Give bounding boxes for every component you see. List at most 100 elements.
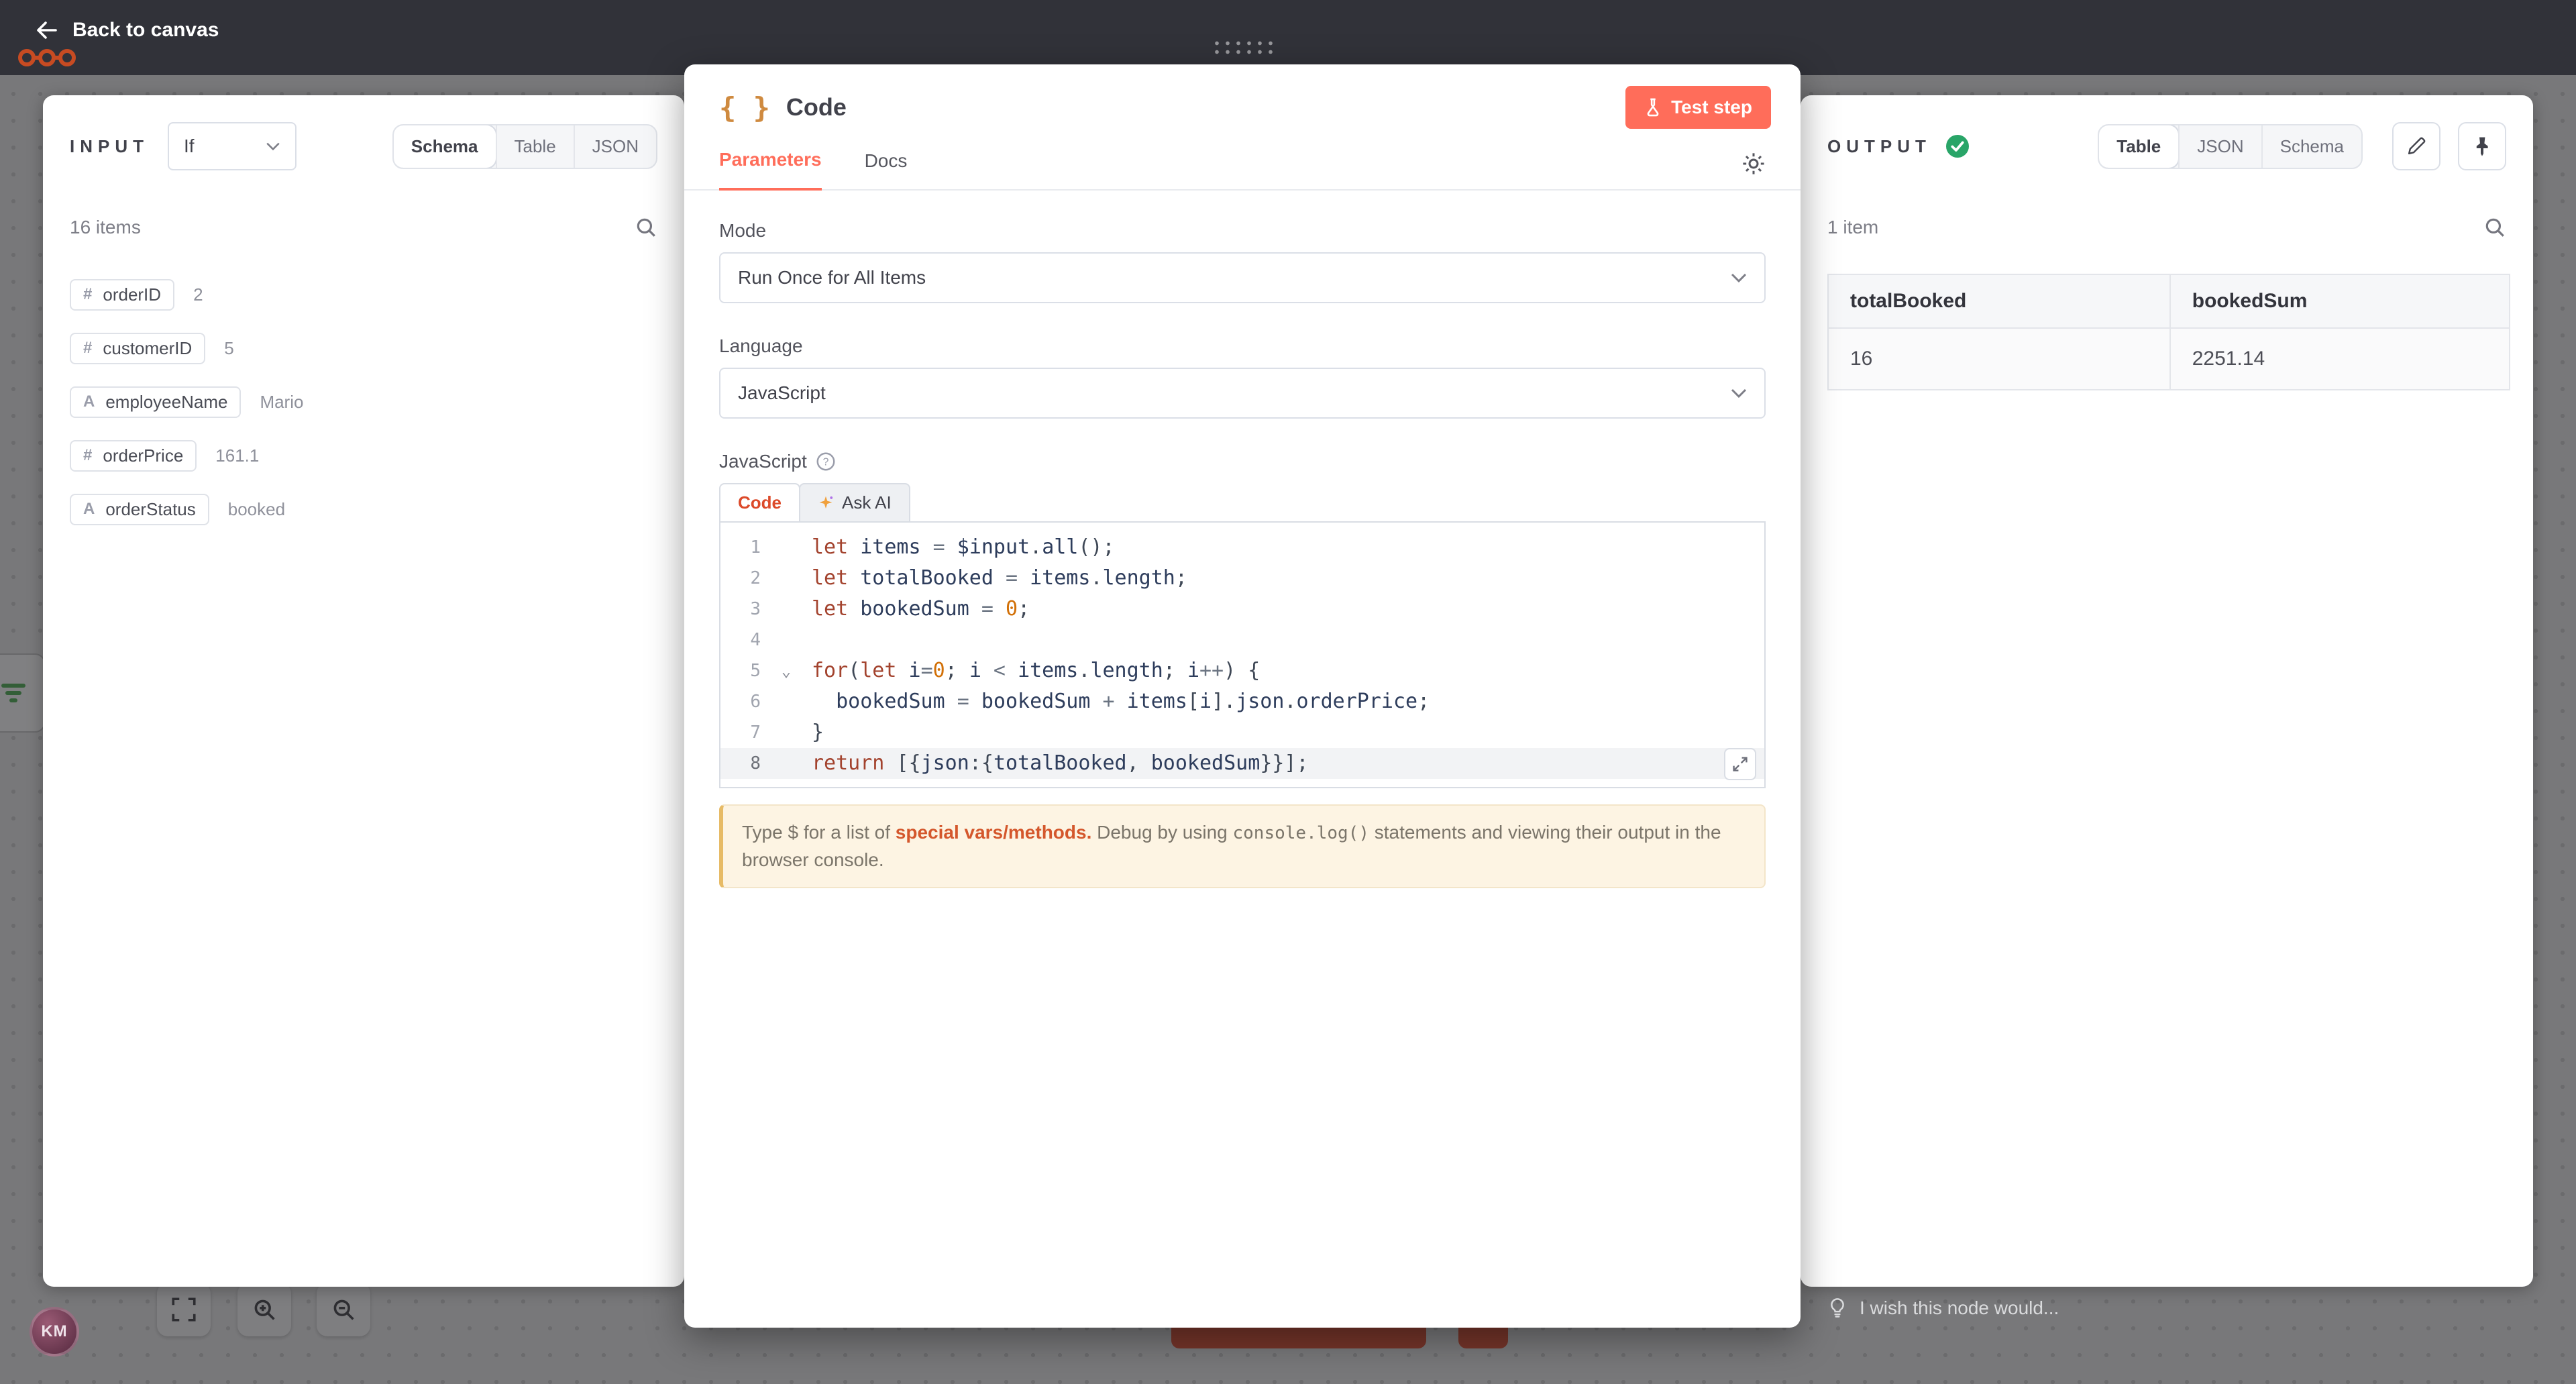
tab-parameters[interactable]: Parameters	[719, 149, 822, 191]
input-source-select[interactable]: If	[168, 122, 297, 170]
svg-text:?: ?	[822, 457, 828, 468]
hint-code: console.log()	[1233, 823, 1370, 843]
schema-row[interactable]: # orderID 2	[70, 276, 657, 313]
editor-label: JavaScript	[719, 451, 807, 472]
edit-output-button[interactable]	[2392, 122, 2440, 170]
code-line[interactable]: 1let items = $input.all();	[720, 532, 1764, 563]
field-value: 2	[193, 284, 203, 305]
language-select[interactable]: JavaScript	[719, 368, 1766, 419]
user-avatar[interactable]: KM	[30, 1307, 79, 1356]
field-value: 5	[224, 338, 233, 359]
pin-data-button[interactable]	[2458, 122, 2506, 170]
field-value: Mario	[260, 392, 303, 413]
column-header: bookedSum	[2170, 274, 2510, 328]
code-node-modal: { } Code Test step Parameters Docs	[684, 64, 1801, 1328]
editor-hint: Type $ for a list of special vars/method…	[719, 804, 1766, 888]
field-name: orderID	[103, 284, 161, 305]
output-view-tabs: TableJSONSchema	[2098, 124, 2363, 169]
input-items-row: 16 items	[43, 216, 684, 239]
editor-label-row: JavaScript ?	[719, 451, 1766, 472]
editor-expand-icon[interactable]	[1724, 748, 1756, 780]
tab-schema[interactable]: Schema	[394, 125, 496, 168]
node-settings-gear-icon[interactable]	[1741, 152, 1766, 189]
test-step-label: Test step	[1671, 97, 1752, 118]
code-line[interactable]: 7}	[720, 717, 1764, 748]
input-header: INPUT If SchemaTableJSON	[43, 95, 684, 170]
language-value: JavaScript	[738, 382, 826, 404]
schema-row[interactable]: AorderStatus booked	[70, 491, 657, 527]
field-type-icon: #	[83, 339, 92, 358]
help-icon[interactable]: ?	[816, 452, 835, 471]
line-number: 8	[720, 748, 761, 779]
node-feedback-label: I wish this node would...	[1860, 1297, 2059, 1319]
back-arrow-icon	[35, 20, 58, 40]
schema-row[interactable]: AemployeeName Mario	[70, 384, 657, 420]
field-name: orderPrice	[103, 445, 183, 466]
line-number: 7	[720, 717, 761, 748]
input-source-value: If	[184, 136, 195, 157]
modal-drag-handle[interactable]	[1212, 39, 1275, 55]
table-cell: 2251.14	[2170, 328, 2510, 390]
ask-ai-tab-label: Ask AI	[842, 492, 892, 513]
editor-tabs: Code Ask AI	[719, 483, 1766, 521]
field-pill[interactable]: # orderPrice	[70, 440, 197, 472]
field-pill[interactable]: #customerID	[70, 333, 205, 364]
tab-table[interactable]: Table	[2099, 125, 2178, 168]
output-header: OUTPUT TableJSONSchema	[1801, 95, 2533, 170]
field-name: orderStatus	[105, 499, 195, 520]
output-table: totalBookedbookedSum 162251.14	[1827, 274, 2510, 390]
tab-docs[interactable]: Docs	[865, 150, 908, 189]
field-pill[interactable]: AemployeeName	[70, 386, 241, 418]
tab-schema[interactable]: Schema	[2261, 125, 2361, 168]
input-title: INPUT	[70, 136, 149, 157]
avatar-initials: KM	[41, 1322, 67, 1341]
field-type-icon: A	[83, 392, 95, 411]
tab-ask-ai[interactable]: Ask AI	[799, 483, 910, 521]
lightbulb-icon	[1827, 1297, 1847, 1319]
search-icon[interactable]	[635, 216, 657, 239]
language-label: Language	[719, 335, 1766, 357]
tab-table[interactable]: Table	[496, 125, 574, 168]
input-items-count: 16 items	[70, 217, 141, 238]
chevron-down-icon	[1731, 388, 1747, 398]
chevron-down-icon	[266, 142, 280, 151]
search-icon[interactable]	[2483, 216, 2506, 239]
app: Back to canvas INPUT If SchemaTableJSON …	[0, 0, 2576, 1384]
line-number: 4	[720, 625, 761, 655]
input-panel: INPUT If SchemaTableJSON 16 items # order…	[43, 95, 684, 1287]
tab-json[interactable]: JSON	[574, 125, 656, 168]
pin-icon	[2473, 136, 2491, 156]
field-type-icon: #	[83, 285, 92, 304]
code-line[interactable]: 2let totalBooked = items.length;	[720, 563, 1764, 594]
code-line[interactable]: 8return [{json:{totalBooked, bookedSum}}…	[720, 748, 1764, 779]
code-editor[interactable]: 1let items = $input.all();2let totalBook…	[719, 521, 1766, 788]
field-pill[interactable]: # orderID	[70, 279, 174, 311]
mode-value: Run Once for All Items	[738, 267, 926, 288]
pencil-icon	[2406, 136, 2426, 156]
test-step-button[interactable]: Test step	[1625, 86, 1771, 129]
column-header: totalBooked	[1828, 274, 2170, 328]
code-line[interactable]: 4	[720, 625, 1764, 655]
back-to-canvas-button[interactable]: Back to canvas	[35, 19, 219, 42]
node-tabs: Parameters Docs	[684, 149, 1801, 191]
schema-row[interactable]: #orderPrice161.1	[70, 437, 657, 474]
special-vars-link[interactable]: special vars/methods.	[896, 822, 1092, 843]
output-items-count: 1 item	[1827, 217, 1878, 238]
table-header-row: totalBookedbookedSum	[1828, 274, 2510, 328]
field-value: booked	[228, 499, 285, 520]
node-feedback-link[interactable]: I wish this node would...	[1827, 1297, 2059, 1319]
tab-code[interactable]: Code	[719, 483, 800, 521]
field-type-icon: #	[83, 446, 92, 465]
chevron-down-icon	[1731, 272, 1747, 283]
field-pill[interactable]: AorderStatus	[70, 494, 209, 525]
fold-icon[interactable]: ⌄	[761, 655, 812, 686]
code-line[interactable]: 6 bookedSum = bookedSum + items[i].json.…	[720, 686, 1764, 717]
mode-select[interactable]: Run Once for All Items	[719, 252, 1766, 303]
flask-icon	[1644, 98, 1662, 117]
code-line[interactable]: 3let bookedSum = 0;	[720, 594, 1764, 625]
line-number: 1	[720, 532, 761, 563]
back-label: Back to canvas	[72, 19, 219, 42]
code-line[interactable]: 5⌄for(let i=0; i < items.length; i++) {	[720, 655, 1764, 686]
schema-row[interactable]: #customerID 5	[70, 330, 657, 366]
tab-json[interactable]: JSON	[2178, 125, 2261, 168]
